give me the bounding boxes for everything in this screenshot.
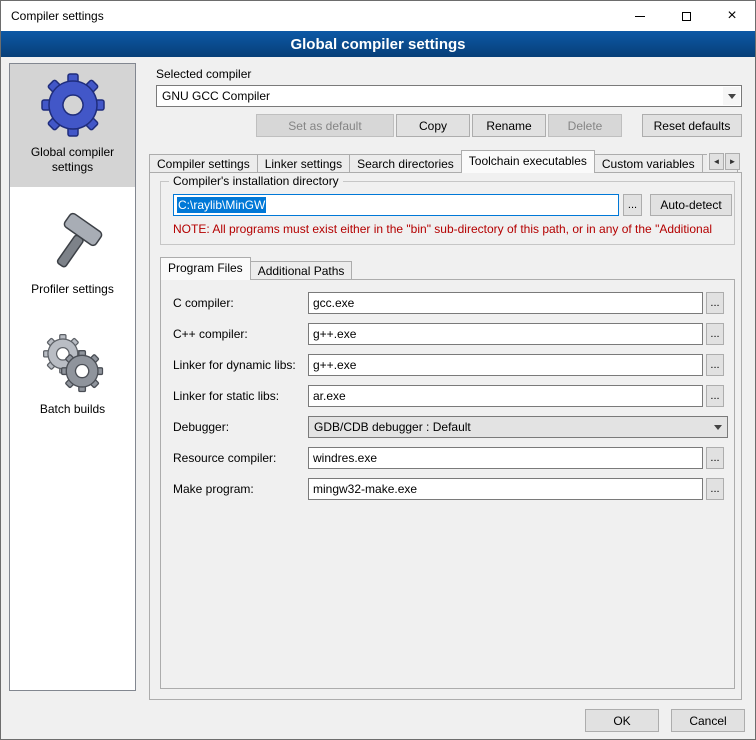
field-label: Linker for static libs:: [173, 389, 279, 403]
titlebar: Compiler settings ×: [1, 1, 755, 31]
field-label: Resource compiler:: [173, 451, 276, 465]
gears-icon: [41, 330, 105, 394]
caption-buttons: ×: [617, 1, 755, 31]
set-as-default-button[interactable]: Set as default: [256, 114, 394, 137]
installation-directory-group-title: Compiler's installation directory: [169, 174, 343, 188]
sidebar-item-batch-builds[interactable]: Batch builds: [10, 321, 135, 429]
reset-defaults-button[interactable]: Reset defaults: [642, 114, 742, 137]
browse-button[interactable]: ...: [706, 354, 724, 376]
tab-linker-settings[interactable]: Linker settings: [257, 154, 350, 173]
program-tabbar: Program Files Additional Paths: [160, 257, 351, 280]
chevron-down-icon: [723, 87, 740, 105]
tab-scroll-left-button[interactable]: ◄: [709, 153, 724, 170]
subtab-additional-paths[interactable]: Additional Paths: [250, 261, 353, 280]
compiler-settings-window: Compiler settings × Global compiler sett…: [0, 0, 756, 740]
make-program-row: Make program: ...: [173, 478, 724, 500]
tab-scroll-arrows: ◄ ►: [707, 153, 740, 170]
close-button[interactable]: ×: [709, 1, 755, 31]
tab-compiler-settings[interactable]: Compiler settings: [149, 154, 258, 173]
close-icon: ×: [727, 8, 736, 24]
field-label: Make program:: [173, 482, 254, 496]
note-text: NOTE: All programs must exist either in …: [173, 222, 732, 236]
make-program-input[interactable]: [308, 478, 703, 500]
debugger-dropdown[interactable]: GDB/CDB debugger : Default: [308, 416, 728, 438]
tab-scroll-right-button[interactable]: ►: [725, 153, 740, 170]
cpp-compiler-row: C++ compiler: ...: [173, 323, 724, 345]
field-label: Debugger:: [173, 420, 229, 434]
linker-static-input[interactable]: [308, 385, 703, 407]
selected-compiler-dropdown[interactable]: GNU GCC Compiler: [156, 85, 742, 107]
sidebar-item-profiler-settings[interactable]: Profiler settings: [10, 201, 135, 309]
delete-button[interactable]: Delete: [548, 114, 622, 137]
linker-static-row: Linker for static libs: ...: [173, 385, 724, 407]
browse-button[interactable]: ...: [706, 292, 724, 314]
window-title: Compiler settings: [11, 9, 104, 23]
resource-compiler-input[interactable]: [308, 447, 703, 469]
footer: OK Cancel: [585, 709, 745, 732]
installation-directory-value: C:\raylib\MinGW: [177, 197, 266, 213]
sidebar: Global compiler settings Profiler settin…: [9, 63, 136, 691]
minimize-icon: [635, 16, 645, 17]
rename-button[interactable]: Rename: [472, 114, 546, 137]
selected-compiler-label: Selected compiler: [156, 67, 251, 81]
ok-button[interactable]: OK: [585, 709, 659, 732]
copy-button[interactable]: Copy: [396, 114, 470, 137]
installation-directory-input[interactable]: C:\raylib\MinGW: [173, 194, 619, 216]
selected-compiler-value: GNU GCC Compiler: [162, 89, 270, 103]
linker-dynamic-input[interactable]: [308, 354, 703, 376]
tab-toolchain-executables[interactable]: Toolchain executables: [461, 150, 595, 173]
subtab-program-files[interactable]: Program Files: [160, 257, 251, 280]
browse-button[interactable]: ...: [706, 478, 724, 500]
chevron-down-icon: [709, 418, 726, 436]
maximize-button[interactable]: [663, 1, 709, 31]
browse-button[interactable]: ...: [706, 323, 724, 345]
c-compiler-row: C compiler: ...: [173, 292, 724, 314]
dialog-header: Global compiler settings: [1, 31, 755, 57]
program-files-panel: C compiler: ... C++ compiler: ... Linker…: [160, 279, 735, 689]
browse-button[interactable]: ...: [706, 447, 724, 469]
installation-directory-group: Compiler's installation directory C:\ray…: [160, 181, 735, 245]
tab-custom-variables[interactable]: Custom variables: [594, 154, 703, 173]
auto-detect-button[interactable]: Auto-detect: [650, 194, 732, 216]
cancel-button[interactable]: Cancel: [671, 709, 745, 732]
browse-button[interactable]: ...: [706, 385, 724, 407]
cpp-compiler-input[interactable]: [308, 323, 703, 345]
resource-compiler-row: Resource compiler: ...: [173, 447, 724, 469]
browse-directory-button[interactable]: ...: [623, 194, 642, 216]
sidebar-item-label: Global compiler settings: [12, 145, 133, 175]
sidebar-item-label: Profiler settings: [31, 282, 114, 297]
sidebar-item-global-compiler-settings[interactable]: Global compiler settings: [10, 64, 135, 187]
main-tabbar: Compiler settings Linker settings Search…: [149, 150, 742, 173]
linker-dynamic-row: Linker for dynamic libs: ...: [173, 354, 724, 376]
maximize-icon: [682, 12, 691, 21]
tab-search-directories[interactable]: Search directories: [349, 154, 462, 173]
compiler-button-row: Set as default Copy Rename Delete Reset …: [156, 114, 742, 137]
hammer-icon: [41, 210, 105, 274]
arrow-left-icon: ◄: [713, 157, 721, 166]
gear-icon: [41, 73, 105, 137]
arrow-right-icon: ►: [729, 157, 737, 166]
minimize-button[interactable]: [617, 1, 663, 31]
sidebar-item-label: Batch builds: [40, 402, 105, 417]
c-compiler-input[interactable]: [308, 292, 703, 314]
field-label: Linker for dynamic libs:: [173, 358, 296, 372]
toolchain-executables-page: Compiler's installation directory C:\ray…: [149, 172, 742, 700]
debugger-value: GDB/CDB debugger : Default: [314, 420, 471, 434]
field-label: C++ compiler:: [173, 327, 248, 341]
field-label: C compiler:: [173, 296, 234, 310]
debugger-row: Debugger: GDB/CDB debugger : Default: [173, 416, 724, 438]
